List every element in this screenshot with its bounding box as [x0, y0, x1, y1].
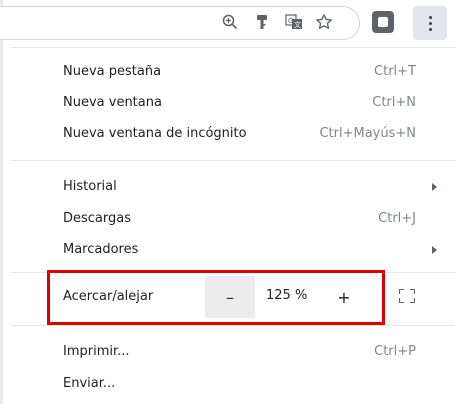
- menu-item-print[interactable]: Imprimir... Ctrl+P: [11, 338, 455, 366]
- menu-item-new-window[interactable]: Nueva ventana Ctrl+N: [11, 89, 455, 117]
- chrome-main-menu: Nueva pestaña Ctrl+T Nueva ventana Ctrl+…: [11, 47, 455, 405]
- key-icon[interactable]: [250, 10, 274, 34]
- menu-item-shortcut: Ctrl+T: [374, 64, 416, 79]
- menu-item-label: Nueva ventana de incógnito: [63, 126, 247, 141]
- menu-separator: [11, 160, 455, 161]
- fullscreen-icon[interactable]: [399, 289, 415, 303]
- svg-text:G: G: [288, 17, 293, 25]
- menu-item-label: Descargas: [63, 211, 132, 226]
- menu-item-label: Historial: [63, 179, 117, 194]
- minus-icon: –: [226, 287, 234, 307]
- svg-text:文: 文: [294, 20, 301, 29]
- submenu-arrow-icon: [432, 246, 437, 254]
- menu-item-label: Nueva ventana: [63, 95, 162, 110]
- zoom-icon[interactable]: [218, 10, 242, 34]
- menu-item-shortcut: Ctrl+N: [372, 95, 416, 110]
- menu-item-send[interactable]: Enviar...: [11, 370, 455, 398]
- page-edge: [0, 0, 3, 404]
- menu-item-bookmarks[interactable]: Marcadores: [11, 236, 455, 264]
- zoom-level-value: 125 %: [266, 288, 308, 303]
- menu-item-new-tab[interactable]: Nueva pestaña Ctrl+T: [11, 58, 455, 86]
- menu-item-shortcut: Ctrl+P: [374, 344, 416, 359]
- star-icon[interactable]: [312, 10, 336, 34]
- menu-separator: [11, 325, 455, 326]
- menu-item-shortcut: Ctrl+J: [378, 211, 416, 226]
- plus-icon: +: [337, 287, 351, 307]
- zoom-control-row: Acercar/alejar – 125 % +: [11, 276, 455, 318]
- menu-item-downloads[interactable]: Descargas Ctrl+J: [11, 205, 455, 233]
- menu-item-label: Enviar...: [63, 376, 116, 391]
- menu-item-label: Imprimir...: [63, 344, 130, 359]
- menu-item-label: Marcadores: [63, 242, 139, 257]
- zoom-label: Acercar/alejar: [63, 289, 154, 304]
- address-bar[interactable]: [0, 6, 360, 40]
- extension-icon[interactable]: [372, 11, 394, 33]
- menu-separator: [11, 272, 455, 273]
- menu-item-shortcut: Ctrl+Mayús+N: [319, 126, 416, 141]
- translate-icon[interactable]: G 文: [282, 10, 306, 34]
- menu-item-incognito-window[interactable]: Nueva ventana de incógnito Ctrl+Mayús+N: [11, 120, 455, 148]
- zoom-in-button[interactable]: +: [329, 276, 359, 318]
- zoom-out-button[interactable]: –: [205, 276, 255, 318]
- submenu-arrow-icon: [432, 183, 437, 191]
- menu-item-history[interactable]: Historial: [11, 173, 455, 201]
- menu-item-label: Nueva pestaña: [63, 64, 162, 79]
- more-vert-icon[interactable]: [413, 6, 447, 40]
- browser-toolbar: G 文: [0, 0, 455, 46]
